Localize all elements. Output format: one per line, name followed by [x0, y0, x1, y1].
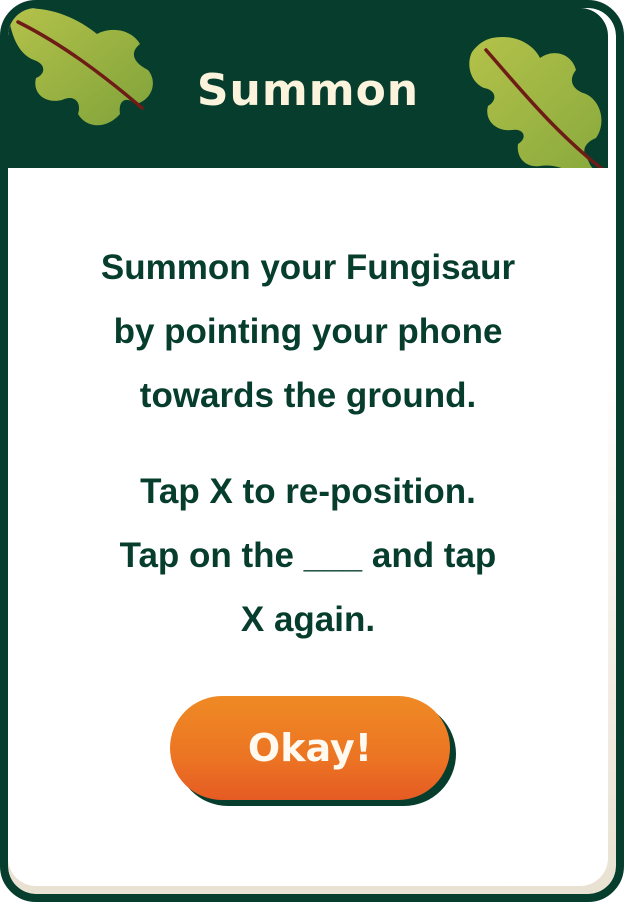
- summon-dialog: Summon Summon your Fungisaur by pointing…: [8, 8, 608, 886]
- instruction-line: by pointing your phone: [113, 312, 503, 351]
- dialog-header: Summon: [8, 8, 608, 168]
- instruction-line: Tap X to re-position.: [140, 472, 476, 511]
- instruction-line: towards the ground.: [139, 376, 477, 415]
- instruction-line: X again.: [240, 600, 376, 639]
- okay-button[interactable]: Okay!: [170, 696, 450, 800]
- reposition-instructions: Tap X to re-position. Tap on the ___ and…: [38, 460, 578, 652]
- okay-button-wrapper: Okay!: [170, 696, 456, 808]
- summon-dialog-frame: Summon Summon your Fungisaur by pointing…: [0, 0, 624, 902]
- instruction-line: Summon your Fungisaur: [100, 248, 516, 287]
- instruction-line: Tap on the ___ and tap: [119, 536, 497, 575]
- dialog-title: Summon: [196, 65, 420, 116]
- summon-instructions: Summon your Fungisaur by pointing your p…: [38, 236, 578, 428]
